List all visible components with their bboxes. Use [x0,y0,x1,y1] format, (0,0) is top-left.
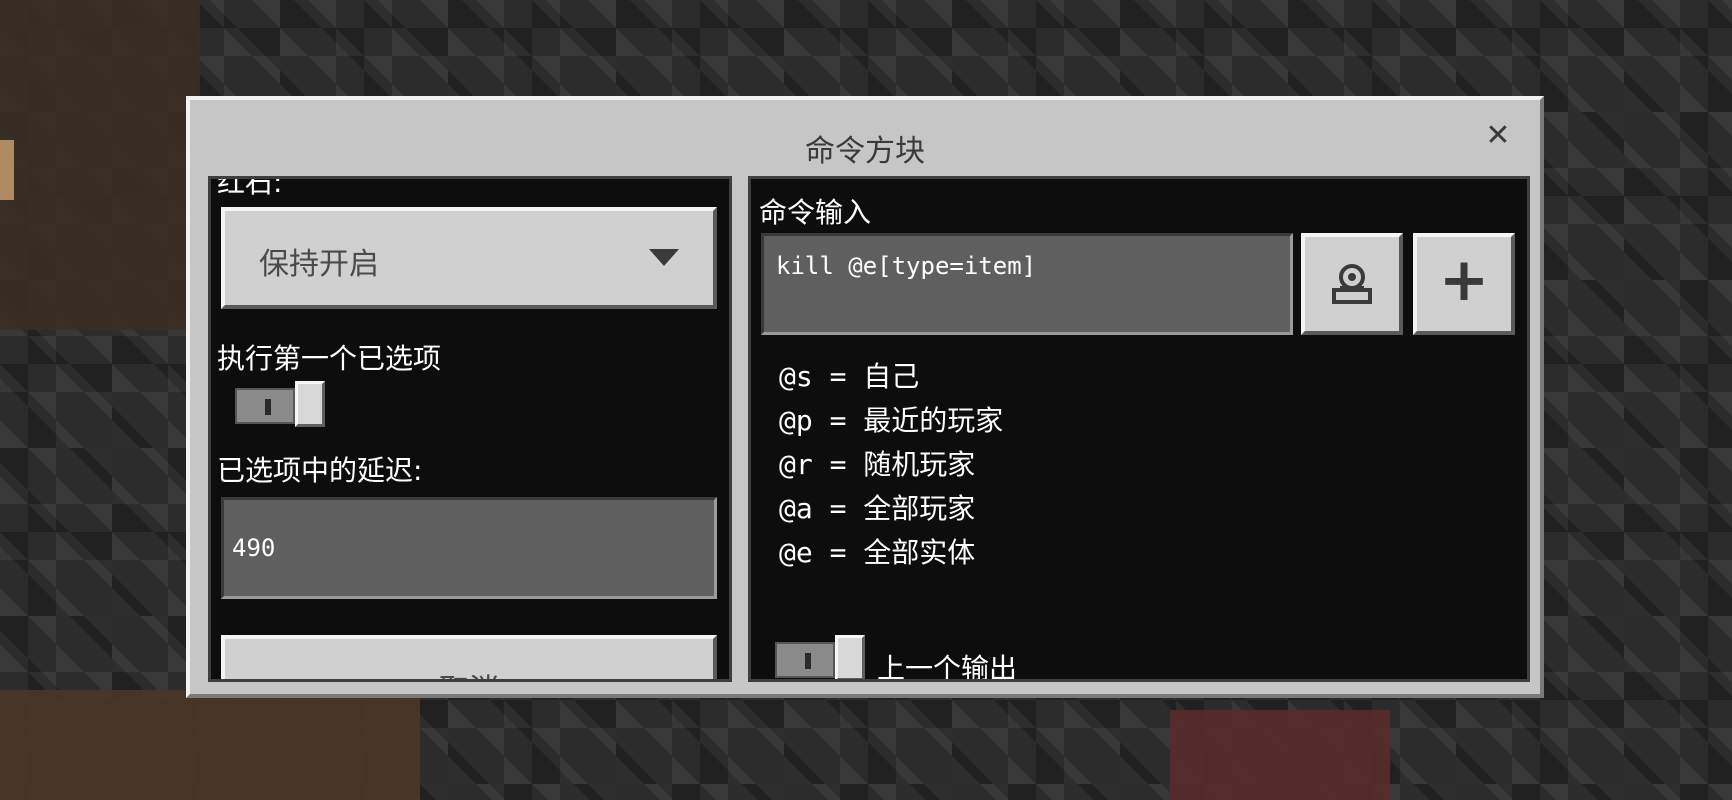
add-button[interactable]: + [1413,233,1515,335]
execute-first-label: 执行第一个已选项 [217,342,442,375]
command-block-dialog: 命令方块 ✕ 红石: 保持开启 执行第一个已选项 已选项中的延迟: 490 取消… [186,96,1544,698]
toggle-track [235,388,295,424]
background-wood-block [0,140,14,200]
chevron-down-icon [649,249,679,266]
cancel-label: 取消 [225,665,713,679]
command-panel[interactable]: 命令输入 kill @e[type=item] + @s = 自己 @p = 最… [748,176,1530,682]
redstone-mode-value: 保持开启 [259,247,379,282]
execute-first-toggle[interactable] [235,381,325,427]
cancel-button[interactable]: 取消 [221,635,717,679]
command-input-label: 命令输入 [759,196,872,229]
toggle-track [775,642,835,678]
selector-hint: @e = 全部实体 [779,536,976,569]
selector-hint: @a = 全部玩家 [779,492,976,525]
command-value: kill @e[type=item] [776,252,1037,280]
delay-input[interactable]: 490 [221,497,717,599]
selector-hint: @p = 最近的玩家 [779,404,1004,437]
selector-hint: @s = 自己 [779,360,920,393]
settings-panel[interactable]: 红石: 保持开启 执行第一个已选项 已选项中的延迟: 490 取消 [208,176,732,682]
entity-selector-button[interactable] [1301,233,1403,335]
delay-value: 490 [232,534,276,562]
selector-hint: @r = 随机玩家 [779,448,976,481]
background-dirt-block [0,0,200,330]
command-input[interactable]: kill @e[type=item] [761,233,1293,335]
dialog-title: 命令方块 [805,134,925,169]
redstone-label: 红石: [217,176,283,199]
previous-output-label: 上一个输出 [877,652,1018,682]
background-dirt-block [0,690,420,800]
toggle-knob[interactable] [835,635,865,679]
delay-label: 已选项中的延迟: [217,454,423,487]
redstone-mode-dropdown[interactable]: 保持开启 [221,207,717,309]
plus-icon: + [1438,245,1490,315]
entity-selector-icon [1332,264,1372,304]
toggle-knob[interactable] [295,381,325,427]
previous-output-toggle[interactable] [775,635,865,679]
background-red-block [1170,710,1390,800]
close-icon[interactable]: ✕ [1480,118,1516,154]
